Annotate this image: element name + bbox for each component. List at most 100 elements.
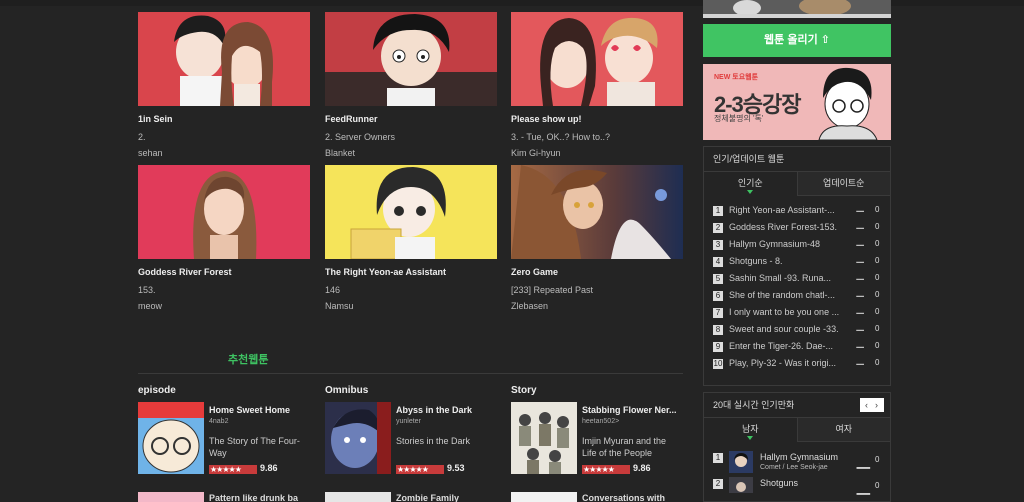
popular-list-item[interactable]: 6 She of the random chatl-... ㅡ 0 [713,289,883,306]
recommend-thumbnail[interactable] [138,492,204,502]
rank-title[interactable]: Right Yeon-ae Assistant-... [729,205,847,215]
next-arrow-icon[interactable]: › [875,399,878,411]
recommend-category-label: Story [511,385,537,396]
rank-number: 5 [713,274,723,284]
popular-tabs: 인기순 업데이트순 [704,172,890,196]
webtoon-thumbnail[interactable] [325,165,497,259]
webtoon-card[interactable]: 1in Sein 2. sehan [138,12,310,162]
rank-title[interactable]: Enter the Tiger-26. Dae-... [729,341,847,351]
rank-number: 3 [713,240,723,250]
webtoon-episode: 2. Server Owners [325,132,396,142]
recommend-title[interactable]: Home Sweet Home [209,405,290,415]
live-list-item[interactable]: 2 Shotguns ㅡ 0 [713,477,883,502]
webtoon-episode: [233] Repeated Past [511,285,594,295]
popular-list-item[interactable]: 2 Goddess River Forest-153. ㅡ 0 [713,221,883,238]
rank-title[interactable]: I only want to be you one ... [729,307,847,317]
live-popular-panel: 20대 실시간 인기만화 ‹ › 남자 여자 1 Hallym Gymnasiu… [703,392,891,502]
webtoon-thumbnail[interactable] [511,165,683,259]
tab-popular[interactable]: 인기순 [704,172,798,196]
popular-list-item[interactable]: 10 Play, Ply-32 - Was it origi... ㅡ 0 [713,357,883,374]
recommend-item[interactable]: Stabbing Flower Ner... heetan502> Imjin … [511,402,683,477]
webtoon-title[interactable]: The Right Yeon-ae Assistant [325,267,446,277]
popular-list-item[interactable]: 5 Sashin Small -93. Runa... ㅡ 0 [713,272,883,289]
recommend-item[interactable]: Home Sweet Home 4nab2 The Story of The F… [138,402,310,477]
recommend-title[interactable]: Conversations with [582,493,665,502]
rank-change-value: 0 [875,358,880,367]
rank-title[interactable]: Sashin Small -93. Runa... [729,273,847,283]
webtoon-card[interactable]: The Right Yeon-ae Assistant 146 Namsu [325,165,497,315]
webtoon-card[interactable]: Please show up! 3. - Tue, OK..? How to..… [511,12,683,162]
rank-change-value: 0 [875,222,880,231]
live-item-thumbnail[interactable] [729,451,753,473]
webtoon-thumbnail[interactable] [511,12,683,106]
rank-title[interactable]: Goddess River Forest-153. [729,222,847,232]
webtoon-title[interactable]: Zero Game [511,267,558,277]
popular-list-item[interactable]: 3 Hallym Gymnasium-48 ㅡ 0 [713,238,883,255]
live-item-title[interactable]: Shotguns [760,478,798,488]
promo-character-art [818,67,878,140]
webtoon-title[interactable]: Goddess River Forest [138,267,232,277]
rank-title[interactable]: She of the random chatl-... [729,290,847,300]
popular-panel-heading: 인기/업데이트 웹툰 [704,147,890,172]
rank-number: 1 [713,206,723,216]
recommend-heading-title[interactable]: 추천웹툰 [228,351,268,367]
webtoon-cover-art [511,12,683,106]
popular-list-item[interactable]: 4 Shotguns - 8. ㅡ 0 [713,255,883,272]
recommend-description: Imjin Myuran and the Life of the People [582,436,667,458]
tab-male-label: 남자 [741,424,759,434]
rank-title[interactable]: Sweet and sour couple -33. [729,324,847,334]
tab-update[interactable]: 업데이트순 [797,172,890,196]
live-item-thumbnail[interactable] [729,477,753,493]
rank-change-icon: ㅡ [856,258,865,268]
rank-title[interactable]: Play, Ply-32 - Was it origi... [729,358,847,368]
rank-change-icon: ㅡ [856,343,865,353]
rank-title[interactable]: Shotguns - 8. [729,256,847,266]
recommend-title[interactable]: Pattern like drunk ba [209,493,298,502]
promo-banner[interactable]: NEW 토요웹툰 2-3승강장 정체불명의 '톡' [703,64,891,140]
webtoon-cover-art [138,165,310,259]
sidebar-top-banner[interactable] [703,0,891,18]
recommend-title[interactable]: Stabbing Flower Ner... [582,405,677,415]
recommend-item[interactable]: Pattern like drunk ba [138,492,310,502]
recommend-title[interactable]: Abyss in the Dark [396,405,472,415]
webtoon-title[interactable]: FeedRunner [325,114,378,124]
webtoon-cover-art [325,165,497,259]
rating-score: 9.86 [633,463,651,473]
recommend-thumbnail[interactable] [511,402,577,474]
webtoon-title[interactable]: 1in Sein [138,114,173,124]
webtoon-card[interactable]: Zero Game [233] Repeated Past Zlebasen [511,165,683,315]
active-tab-caret-icon [747,190,754,194]
webtoon-card[interactable]: Goddess River Forest 153. meow [138,165,310,315]
popular-list-item[interactable]: 7 I only want to be you one ... ㅡ 0 [713,306,883,323]
rank-change-value: 0 [875,205,880,214]
webtoon-card[interactable]: FeedRunner 2. Server Owners Blanket [325,12,497,162]
recommend-item[interactable]: Conversations with [511,492,683,502]
recommend-item[interactable]: Zombie Family [325,492,497,502]
recommend-thumbnail[interactable] [325,402,391,474]
recommend-category-label: episode [138,385,176,396]
tab-male[interactable]: 남자 [704,418,798,442]
recommend-thumbnail[interactable] [511,492,577,502]
recommend-item[interactable]: Abyss in the Dark yunleter Stories in th… [325,402,497,477]
webtoon-episode: 153. [138,285,156,295]
rank-title[interactable]: Hallym Gymnasium-48 [729,239,847,249]
rank-change-value: 0 [875,290,880,299]
recommend-thumbnail[interactable] [138,402,204,474]
live-item-author: Comet / Lee Seok-jae [760,464,828,471]
live-list-item[interactable]: 1 Hallym Gymnasium Comet / Lee Seok-jae … [713,451,883,478]
recommend-title[interactable]: Zombie Family [396,493,459,502]
upload-webtoon-button[interactable]: 웹툰 올리기 ⇧ [703,24,891,57]
live-item-title[interactable]: Hallym Gymnasium [760,452,838,462]
prev-arrow-icon[interactable]: ‹ [865,399,868,411]
popular-list-item[interactable]: 9 Enter the Tiger-26. Dae-... ㅡ 0 [713,340,883,357]
webtoon-thumbnail[interactable] [325,12,497,106]
popular-list-item[interactable]: 1 Right Yeon-ae Assistant-... ㅡ 0 [713,204,883,221]
tab-female[interactable]: 여자 [797,418,890,442]
recommend-thumbnail[interactable] [325,492,391,502]
popular-list-item[interactable]: 8 Sweet and sour couple -33. ㅡ 0 [713,323,883,340]
webtoon-thumbnail[interactable] [138,12,310,106]
tab-popular-label: 인기순 [737,178,763,188]
webtoon-title[interactable]: Please show up! [511,114,582,124]
webtoon-thumbnail[interactable] [138,165,310,259]
live-tabs: 남자 여자 [704,418,890,442]
